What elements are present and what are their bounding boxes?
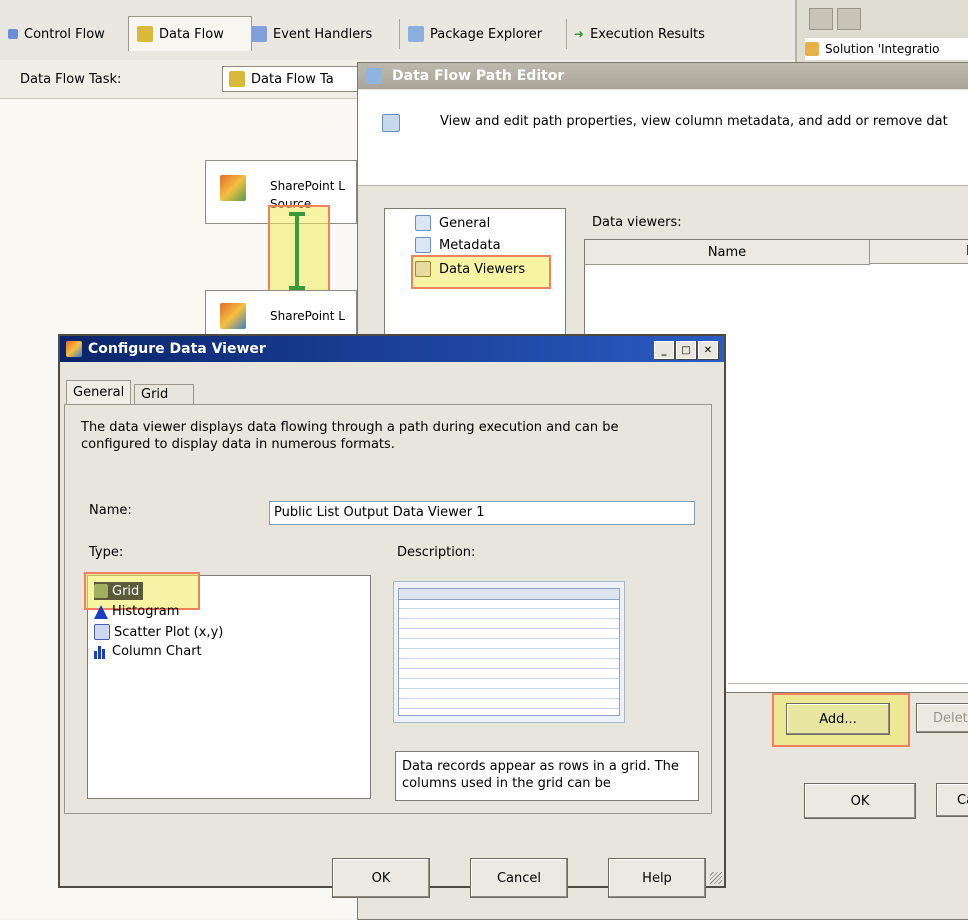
type-label: Type: (89, 545, 124, 560)
metadata-icon (415, 237, 431, 253)
configure-help-button[interactable]: Help (608, 858, 706, 898)
sharepoint-destination-icon (220, 303, 246, 329)
type-list[interactable]: Grid Histogram Scatter Plot (x,y) Column… (84, 572, 371, 799)
type-item-scatter-plot[interactable]: Scatter Plot (x,y) (94, 624, 223, 640)
destination-name-line1: SharePoint L (270, 309, 345, 323)
type-item-column-chart[interactable]: Column Chart (94, 644, 202, 659)
histogram-icon (94, 604, 108, 619)
path-editor-header-icon (382, 114, 400, 132)
path-editor-ok-button[interactable]: OK (804, 783, 916, 819)
toolbar-icon[interactable] (809, 8, 833, 30)
path-editor-title: Data Flow Path Editor (358, 63, 968, 89)
type-description-text: Data records appear as rows in a grid. T… (395, 751, 699, 801)
add-button[interactable]: Add... (786, 703, 890, 735)
configure-dialog-title: Configure Data Viewer (60, 336, 724, 362)
tab-package-explorer[interactable]: Package Explorer (400, 19, 567, 49)
grid-preview-header (398, 588, 620, 600)
configure-intro-text: The data viewer displays data flowing th… (81, 420, 619, 452)
general-icon (415, 215, 431, 231)
data-flow-icon (229, 71, 245, 87)
column-header-name[interactable]: Name (585, 240, 870, 265)
grid-icon (94, 584, 108, 598)
path-editor-cancel-button[interactable]: Ca (936, 783, 968, 817)
data-flow-icon (137, 26, 153, 42)
path-cap-top (289, 212, 305, 216)
nav-item-general[interactable]: General (415, 215, 490, 231)
column-header-description[interactable]: D (870, 240, 968, 264)
tab-data-flow[interactable]: Data Flow (128, 16, 252, 51)
type-item-grid[interactable]: Grid (94, 582, 144, 600)
tab-execution-results[interactable]: ➜ Execution Results (566, 19, 742, 49)
grid-preview-image (393, 581, 625, 723)
solution-icon (805, 42, 819, 56)
data-flow-task-label: Data Flow Task: (20, 72, 122, 87)
nav-item-metadata[interactable]: Metadata (415, 237, 501, 253)
package-explorer-icon (408, 26, 424, 42)
resize-grip-icon[interactable] (710, 872, 722, 884)
configure-general-page: The data viewer displays data flowing th… (64, 404, 712, 814)
data-viewers-label: Data viewers: (592, 215, 682, 230)
nav-item-data-viewers[interactable]: Data Viewers (415, 261, 525, 277)
tab-general[interactable]: General (66, 380, 132, 405)
tab-grid[interactable]: Grid (134, 384, 194, 405)
configure-cancel-button[interactable]: Cancel (470, 858, 568, 898)
path-editor-description: View and edit path properties, view colu… (440, 114, 948, 129)
scatter-plot-icon (94, 624, 110, 640)
window-controls: _ □ ✕ (654, 341, 718, 359)
name-label: Name: (89, 503, 132, 518)
path-editor-header: View and edit path properties, view colu… (358, 90, 968, 186)
path-editor-window-icon (366, 68, 382, 84)
properties-icon[interactable] (837, 8, 861, 30)
data-flow-path-arrow[interactable] (295, 214, 299, 290)
grid-preview-rows (398, 588, 620, 716)
tab-event-handlers[interactable]: Event Handlers (243, 19, 400, 49)
delete-button[interactable]: Delet (916, 703, 968, 733)
sharepoint-destination-component[interactable]: SharePoint L (205, 290, 357, 340)
type-item-histogram[interactable]: Histogram (94, 604, 179, 619)
data-viewers-icon (415, 261, 431, 277)
solution-node[interactable]: Solution 'Integratio (805, 38, 968, 60)
description-label: Description: (397, 545, 476, 560)
execution-results-icon: ➜ (574, 27, 585, 41)
minimize-icon[interactable]: _ (654, 341, 674, 359)
column-chart-icon (94, 645, 108, 659)
maximize-icon[interactable]: □ (676, 341, 696, 359)
control-flow-icon (8, 29, 18, 39)
name-input[interactable]: Public List Output Data Viewer 1 (269, 501, 695, 525)
configure-ok-button[interactable]: OK (332, 858, 430, 898)
close-icon[interactable]: ✕ (698, 341, 718, 359)
configure-data-viewer-dialog: Configure Data Viewer _ □ ✕ General Grid… (58, 334, 726, 898)
sharepoint-source-icon (220, 175, 246, 201)
source-name-line1: SharePoint L (270, 179, 345, 193)
configure-window-icon (66, 341, 82, 357)
tab-control-flow[interactable]: Control Flow (0, 19, 135, 49)
divider (728, 683, 968, 684)
designer-tab-bar: Control Flow Data Flow Event Handlers Pa… (0, 0, 795, 61)
event-handlers-icon (251, 26, 267, 42)
